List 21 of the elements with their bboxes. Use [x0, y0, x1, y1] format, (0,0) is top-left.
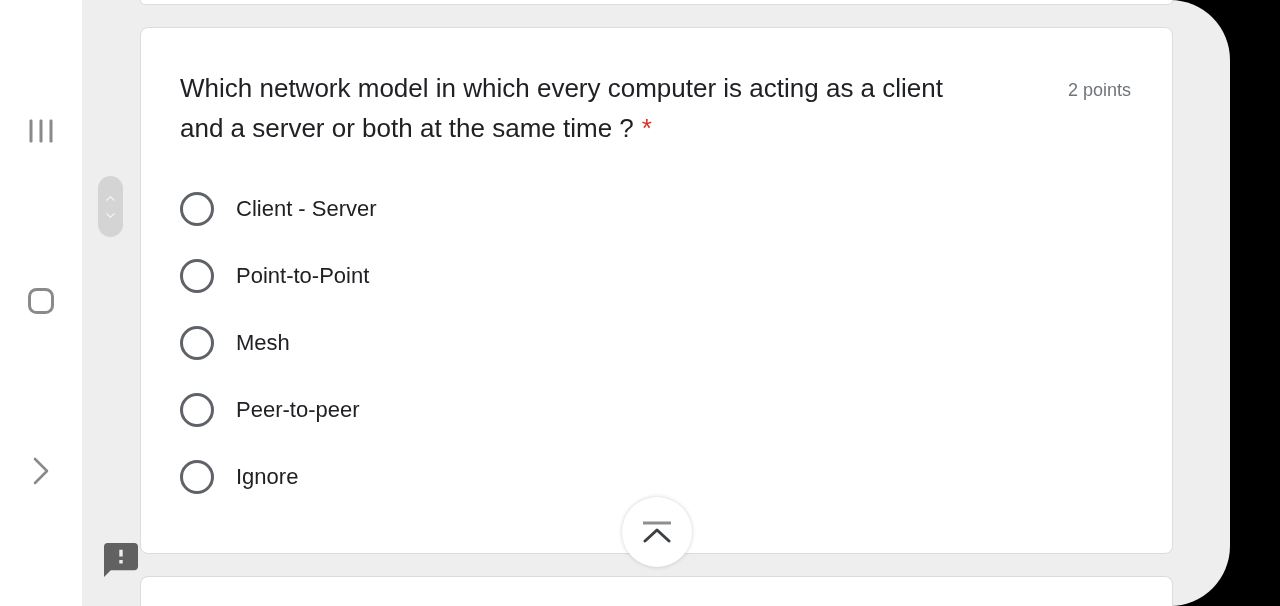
back-icon[interactable]	[33, 457, 49, 485]
chevron-with-bar-icon	[640, 521, 673, 543]
chevron-down-icon	[106, 212, 115, 218]
scroll-handle[interactable]	[98, 176, 123, 237]
home-icon[interactable]	[28, 288, 54, 314]
option-label: Point-to-Point	[236, 262, 370, 290]
question-text: Which network model in which every computer is acting as a client and a server or both at the same time ? *	[180, 72, 944, 145]
feedback-icon[interactable]	[104, 543, 138, 577]
option-label: Ignore	[236, 463, 299, 491]
radio-button[interactable]	[180, 325, 214, 360]
radio-button[interactable]	[180, 258, 214, 293]
scroll-to-top-button[interactable]	[621, 497, 692, 567]
chevron-up-icon	[106, 195, 115, 201]
radio-button[interactable]	[180, 191, 214, 226]
radio-button[interactable]	[180, 459, 214, 494]
radio-button[interactable]	[180, 392, 214, 427]
option-label: Mesh	[236, 329, 290, 357]
points-label: 2 points	[1067, 79, 1131, 102]
option-label: Client - Server	[236, 195, 377, 223]
option-label: Peer-to-peer	[236, 396, 360, 424]
recent-apps-icon[interactable]	[29, 119, 53, 143]
